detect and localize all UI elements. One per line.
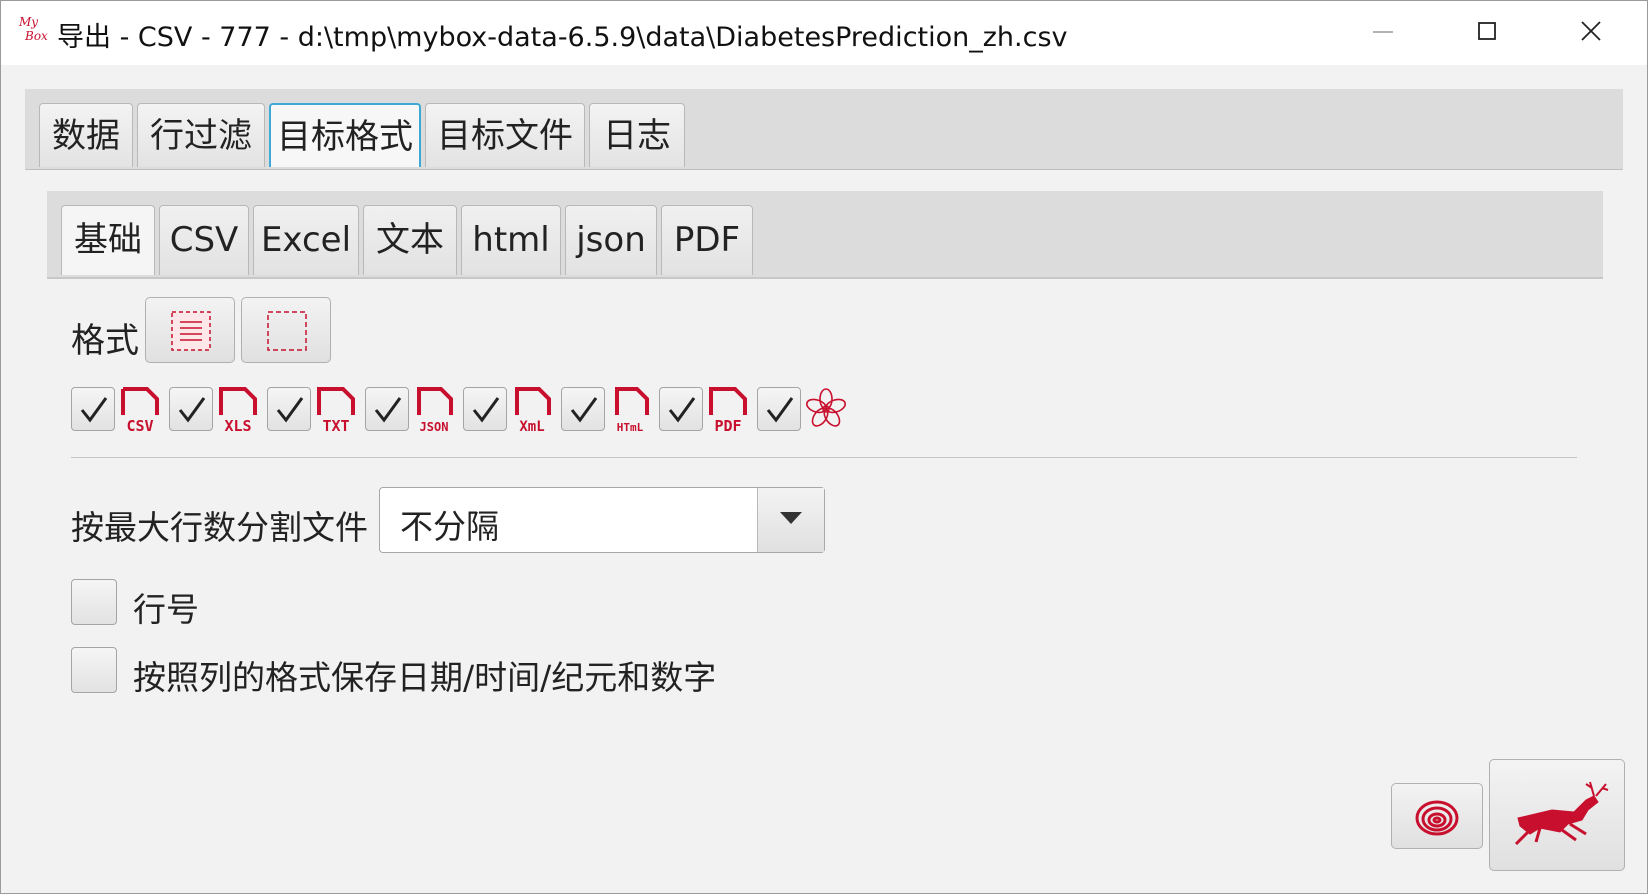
pdf-file-icon: PDF [709,387,747,433]
close-button[interactable] [1561,11,1621,51]
checkmark-icon [374,397,402,423]
format-item-custom [757,385,853,435]
tab-text[interactable]: 文本 [363,205,457,275]
checkmark-icon [178,397,206,423]
html-checkbox[interactable] [561,387,605,431]
tab-pdf[interactable]: PDF [661,205,753,275]
divider [71,457,1577,458]
svg-text:XmL: XmL [519,419,544,433]
tab-log[interactable]: 日志 [589,103,685,167]
tab-basic[interactable]: 基础 [61,205,155,275]
checkmark-icon [472,397,500,423]
format-item-xml: XmL [463,385,559,435]
split-file-label: 按最大行数分割文件 [71,508,368,547]
xml-file-icon: XmL [515,387,551,433]
checkmark-icon [766,397,794,423]
xls-checkbox[interactable] [169,387,213,431]
split-file-value: 不分隔 [400,507,499,546]
select-all-button[interactable] [145,297,235,363]
txt-checkbox[interactable] [267,387,311,431]
inner-tab-bar: 基础 CSV Excel 文本 html json PDF [47,191,1603,279]
checkmark-icon [570,397,598,423]
svg-text:HTmL: HTmL [617,421,644,433]
select-none-button[interactable] [241,297,331,363]
tab-row-filter[interactable]: 行过滤 [137,103,265,167]
xml-checkbox[interactable] [463,387,507,431]
spiral-icon [1415,800,1459,836]
start-button[interactable] [1489,759,1625,871]
chevron-down-icon [780,512,802,524]
close-icon [1581,21,1601,41]
format-item-txt: TXT [267,385,363,435]
minimize-icon [1373,31,1393,33]
format-checkbox-row: CSV XLS TXT JSON XmL HTmL PDF [71,385,891,435]
format-item-xls: XLS [169,385,265,435]
running-deer-icon [1514,781,1609,846]
checkmark-icon [668,397,696,423]
json-checkbox[interactable] [365,387,409,431]
window-title: 导出 - CSV - 777 - d:\tmp\mybox-data-6.5.9… [57,22,1068,53]
format-item-csv: CSV [71,385,167,435]
outer-tab-bar: 数据 行过滤 目标格式 目标文件 日志 [25,89,1623,170]
tab-data[interactable]: 数据 [39,103,133,167]
maximize-button[interactable] [1457,11,1517,51]
format-values-option: 按照列的格式保存日期/时间/纪元和数字 [71,647,791,697]
format-item-json: JSON [365,385,461,435]
flower-icon [805,388,847,427]
txt-file-icon: TXT [317,387,355,433]
maximize-icon [1478,22,1496,40]
tab-csv[interactable]: CSV [159,205,249,275]
csv-checkbox[interactable] [71,387,115,431]
csv-file-icon: CSV [121,387,159,433]
title-bar: My Box 导出 - CSV - 777 - d:\tmp\mybox-dat… [1,1,1647,65]
tab-target-file[interactable]: 目标文件 [425,103,585,167]
select-all-icon [171,311,211,351]
svg-text:JSON: JSON [420,420,449,433]
checkmark-icon [276,397,304,423]
row-number-checkbox[interactable] [71,579,117,625]
split-file-dropdown-button[interactable] [757,488,824,552]
checkmark-icon [80,397,108,423]
svg-text:XLS: XLS [224,417,251,433]
select-none-icon [267,311,307,351]
split-file-select[interactable]: 不分隔 [379,487,825,553]
tab-json[interactable]: json [565,205,657,275]
export-window: My Box 导出 - CSV - 777 - d:\tmp\mybox-dat… [0,0,1648,894]
pdf-checkbox[interactable] [659,387,703,431]
svg-text:CSV: CSV [126,417,153,433]
tab-target-format[interactable]: 目标格式 [269,103,421,167]
recent-button[interactable] [1391,783,1483,849]
json-file-icon: JSON [417,387,453,433]
row-number-label: 行号 [133,590,199,629]
tab-html[interactable]: html [461,205,561,275]
format-item-html: HTmL [561,385,657,435]
format-label: 格式 [71,321,139,361]
format-item-pdf: PDF [659,385,755,435]
custom-checkbox[interactable] [757,387,801,431]
svg-text:TXT: TXT [322,417,349,433]
format-values-label: 按照列的格式保存日期/时间/纪元和数字 [133,658,717,697]
row-number-option: 行号 [71,579,791,629]
format-values-checkbox[interactable] [71,647,117,693]
mybox-logo-icon: My Box [19,15,48,43]
svg-text:PDF: PDF [714,417,741,433]
html-file-icon: HTmL [615,387,649,433]
tab-excel[interactable]: Excel [253,205,359,275]
minimize-button[interactable] [1353,11,1413,51]
xls-file-icon: XLS [219,387,257,433]
